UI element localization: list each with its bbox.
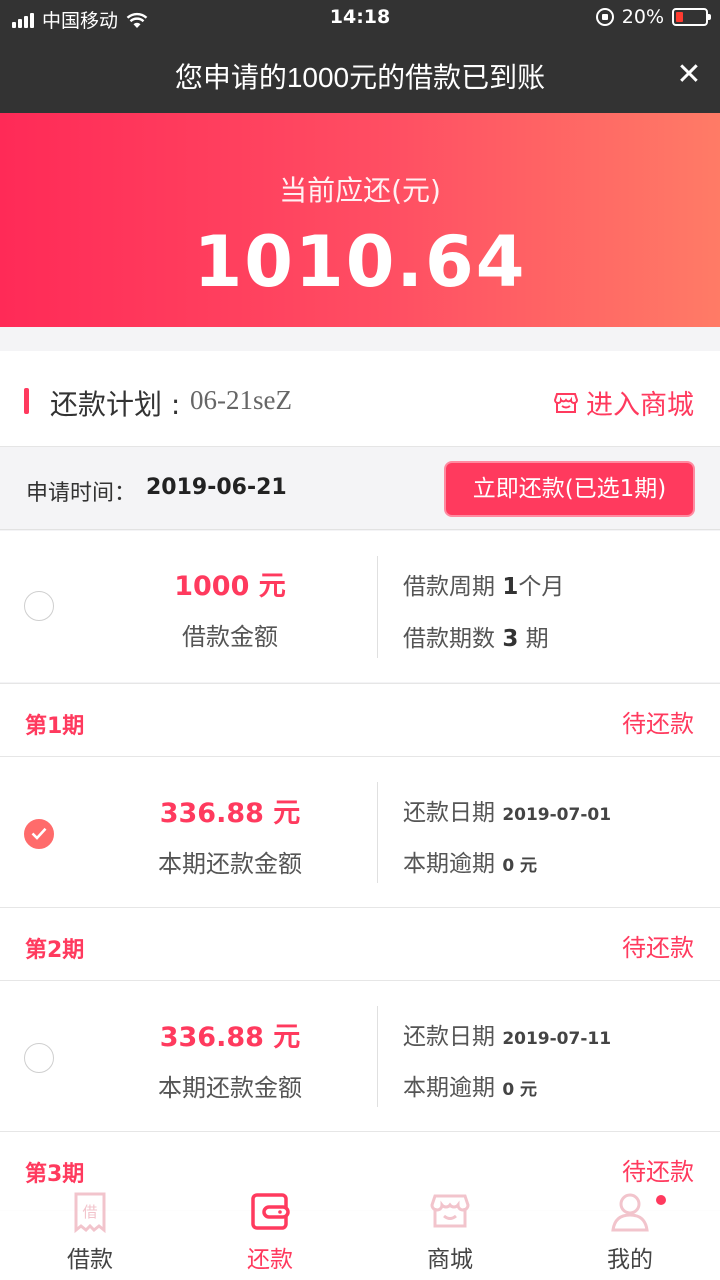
wallet-icon [251, 1193, 290, 1230]
wifi-icon [126, 12, 148, 28]
period-select-radio[interactable] [24, 1043, 54, 1073]
amount-due-label: 当前应还(元) [279, 174, 441, 207]
battery-icon [672, 8, 711, 26]
period-header: 第1期 待还款 [0, 683, 720, 757]
divider [377, 782, 378, 883]
tab-bar: 借 借款 还款 商城 我的 [0, 1184, 720, 1280]
apply-time-row: 申请时间： 2019-06-21 立即还款(已选1期) [0, 448, 720, 530]
period-header: 第2期 待还款 [0, 907, 720, 981]
tab-label: 我的 [607, 1247, 653, 1273]
carrier-label: 中国移动 [42, 10, 119, 32]
apply-date: 2019-06-21 [146, 475, 287, 500]
enter-store-link[interactable]: 进入商城 [554, 383, 694, 422]
period-select-radio[interactable] [24, 819, 54, 849]
title-accent-bar [24, 388, 29, 414]
period-amount-label: 本期还款金额 [158, 1074, 302, 1102]
notification-message: 您申请的1000元的借款已到账 [174, 62, 546, 93]
period-amount-label: 本期还款金额 [158, 850, 302, 878]
loan-cycle: 借款周期 1个月 [403, 574, 565, 600]
user-icon [611, 1193, 649, 1232]
tab-mine[interactable]: 我的 [540, 1184, 720, 1280]
loan-summary-row: 1000 元 借款金额 借款周期 1个月 借款期数 3 期 [0, 531, 720, 682]
loan-select-radio[interactable] [24, 591, 54, 621]
loan-amount: 1000 元 [174, 571, 286, 602]
loan-period-count: 借款期数 3 期 [403, 626, 549, 652]
close-icon[interactable]: ✕ [672, 58, 706, 92]
apply-time-label: 申请时间： [26, 481, 137, 506]
period-amount: 336.88 元 [159, 1022, 301, 1053]
divider [377, 1006, 378, 1107]
loan-amount-label: 借款金额 [182, 623, 278, 651]
tab-label: 借款 [67, 1247, 113, 1273]
tab-repay[interactable]: 还款 [180, 1184, 360, 1280]
notification-dot [656, 1195, 666, 1205]
tab-label: 还款 [247, 1247, 293, 1273]
plan-title: 还款计划 : [50, 388, 181, 421]
period-row: 336.88 元 本期还款金额 还款日期 2019-07-11 本期逾期 0 元 [0, 981, 720, 1131]
period-row: 336.88 元 本期还款金额 还款日期 2019-07-01 本期逾期 0 元 [0, 757, 720, 907]
period-amount: 336.88 元 [159, 798, 301, 829]
amount-due-value: 1010.64 [193, 221, 527, 303]
enter-store-label: 进入商城 [586, 390, 694, 421]
check-icon [31, 827, 47, 840]
svg-text:借: 借 [82, 1203, 97, 1221]
plan-code: 06-21seZ [190, 385, 292, 415]
period-status: 待还款 [622, 1158, 694, 1186]
store-icon [430, 1194, 470, 1228]
period-status: 待还款 [622, 934, 694, 962]
period-name: 第2期 [25, 938, 85, 963]
amount-due-banner: 当前应还(元) 1010.64 [0, 113, 720, 327]
signal-icon [12, 12, 34, 28]
period-name: 第1期 [25, 714, 85, 739]
battery-percent: 20% [621, 6, 664, 28]
loan-icon: 借 [74, 1192, 106, 1234]
tab-loan[interactable]: 借 借款 [0, 1184, 180, 1280]
period-overdue: 本期逾期 0 元 [403, 851, 538, 877]
period-due-date: 还款日期 2019-07-01 [403, 800, 612, 826]
rotation-lock-icon [595, 8, 614, 26]
period-due-date: 还款日期 2019-07-11 [403, 1024, 612, 1050]
notification-banner: 您申请的1000元的借款已到账 ✕ [0, 36, 720, 113]
status-bar: 中国移动 14:18 20% [0, 0, 720, 36]
repayment-plan-header: 还款计划 : 06-21seZ 进入商城 [0, 351, 720, 447]
divider [377, 556, 378, 658]
tab-store[interactable]: 商城 [360, 1184, 540, 1280]
store-icon [554, 392, 578, 414]
period-overdue: 本期逾期 0 元 [403, 1075, 538, 1101]
repay-now-button[interactable]: 立即还款(已选1期) [444, 461, 695, 517]
period-status: 待还款 [622, 710, 694, 738]
tab-label: 商城 [427, 1247, 473, 1273]
